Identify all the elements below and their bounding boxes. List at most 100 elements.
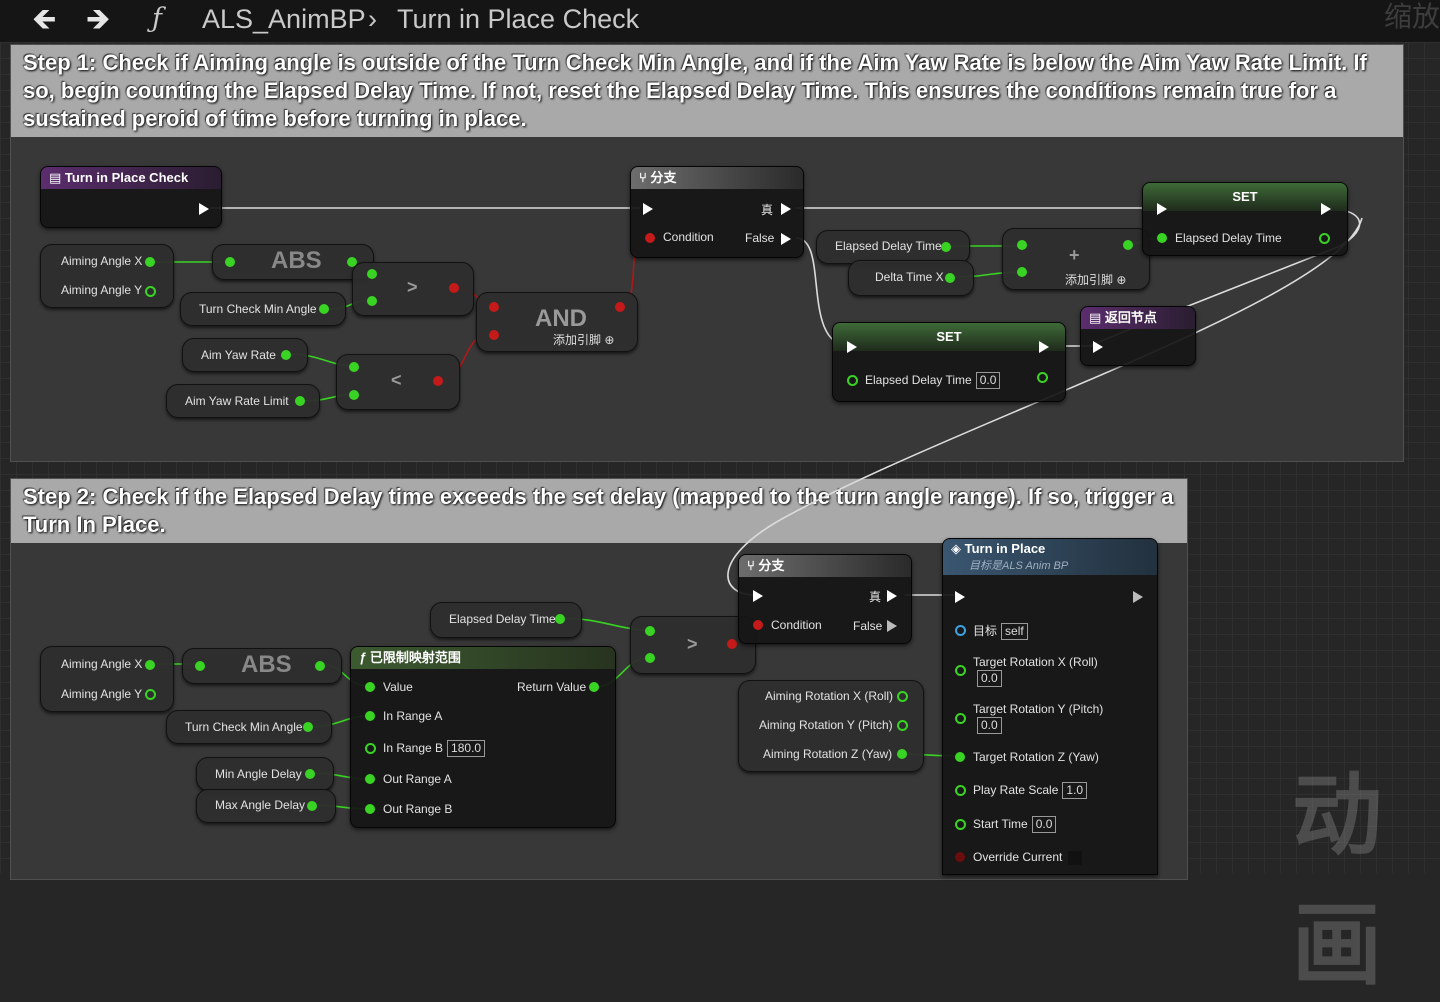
aiming-angle-y-pin[interactable] [145,286,156,297]
tip-override-pin[interactable] [955,852,965,862]
tip-override-checkbox[interactable] [1068,850,1083,865]
aiming-angle-y-pin-2[interactable] [145,689,156,700]
branch2-exec-in-pin[interactable] [753,590,763,602]
set2-exec-out-pin[interactable] [1039,341,1049,353]
branch1-condition-pin[interactable] [645,233,655,243]
gt-out-pin[interactable] [449,283,459,293]
and-in-a-pin[interactable] [489,302,499,312]
gt-in-b-pin[interactable] [367,296,377,306]
return-exec-in-pin[interactable] [1093,341,1103,353]
map-in-b-input[interactable]: 180.0 [447,740,486,757]
aim-yaw-rate-limit-pin[interactable] [295,396,305,406]
abs2-in-pin[interactable] [195,661,205,671]
min-angle-delay-pin[interactable] [305,769,315,779]
lt-out-pin[interactable] [433,376,443,386]
lt-in-a-pin[interactable] [349,362,359,372]
tip-exec-in-pin[interactable] [955,591,965,603]
tip-rate-input[interactable]: 1.0 [1062,782,1088,799]
abs2-out-pin[interactable] [315,661,325,671]
set2-exec-in-pin[interactable] [847,341,857,353]
entry-exec-out-pin[interactable] [199,203,209,215]
lt-in-b-pin[interactable] [349,390,359,400]
tip-target-input[interactable]: self [1001,623,1028,640]
gt2-out-pin[interactable] [727,639,737,649]
max-angle-delay-node[interactable]: Max Angle Delay [196,789,336,823]
entry-node[interactable]: ▤ Turn in Place Check [40,166,222,228]
map-out-a-pin[interactable] [365,774,375,784]
tip-rate-pin[interactable] [955,785,966,796]
tip-ry-input[interactable]: 0.0 [977,717,1002,734]
aiming-angle-x-pin[interactable] [145,257,155,267]
aim-yaw-rate-pin[interactable] [281,350,291,360]
tip-exec-out-pin[interactable] [1133,591,1143,603]
branch-node-2[interactable]: ⑂ 分支 真 Condition False [738,554,912,644]
set1-out-pin[interactable] [1319,233,1330,244]
turn-check-min-angle-pin-2[interactable] [303,722,313,732]
map-out-b-pin[interactable] [365,804,375,814]
gt-in-a-pin[interactable] [367,269,377,279]
and-out-pin[interactable] [615,302,625,312]
min-angle-delay-node[interactable]: Min Angle Delay [196,757,334,791]
gt2-in-b-pin[interactable] [645,653,655,663]
set1-exec-out-pin[interactable] [1321,203,1331,215]
tip-ry-pin[interactable] [955,713,966,724]
elapsed-delay-time-node-1[interactable]: Elapsed Delay Time [816,230,970,264]
branch1-false-pin[interactable] [781,233,791,245]
turn-check-min-angle-node-2[interactable]: Turn Check Min Angle [166,710,332,744]
add-in-a-pin[interactable] [1017,240,1027,250]
set2-value-input[interactable]: 0.0 [975,372,1001,389]
add-in-b-pin[interactable] [1017,267,1027,277]
branch1-true-pin[interactable] [781,203,791,215]
map-in-b-pin[interactable] [365,743,376,754]
abs-node-1[interactable]: ABS [212,244,374,280]
aiming-rotation-x-pin[interactable] [897,691,908,702]
branch2-condition-pin[interactable] [753,620,763,630]
abs-in-pin[interactable] [225,257,235,267]
map-range-clamped-node[interactable]: ƒ 已限制映射范围 Value Return Value In Range A … [350,646,616,828]
delta-time-x-node[interactable]: Delta Time X [848,260,974,296]
set1-value-pin[interactable] [1157,233,1167,243]
aiming-angle-x-pin-2[interactable] [145,660,155,670]
gt2-in-a-pin[interactable] [645,626,655,636]
map-return-value-pin[interactable] [589,682,599,692]
break-rotator-node-2[interactable]: Aiming Angle X Aiming Angle Y [40,646,174,712]
return-node[interactable]: ▤ 返回节点 [1080,306,1196,366]
tip-rx-pin[interactable] [955,665,966,676]
aiming-rotation-z-pin[interactable] [897,749,907,759]
branch1-exec-in-pin[interactable] [643,203,653,215]
set-node-1[interactable]: SET Elapsed Delay Time [1142,182,1348,256]
and-in-b-pin[interactable] [489,330,499,340]
elapsed-delay-time-node-2[interactable]: Elapsed Delay Time [430,602,582,638]
tip-rx-input[interactable]: 0.0 [977,670,1002,687]
set2-out-pin[interactable] [1037,372,1048,383]
less-than-node[interactable]: < [336,354,460,410]
branch2-false-pin[interactable] [887,620,897,632]
aiming-rotation-y-pin[interactable] [897,720,908,731]
tip-start-pin[interactable] [955,819,966,830]
add-node[interactable]: + 添加引脚 ⊕ [1002,228,1150,290]
tip-rz-pin[interactable] [955,752,965,762]
break-rotator-node-1[interactable]: Aiming Angle X Aiming Angle Y [40,244,174,308]
delta-time-x-pin[interactable] [945,273,955,283]
add-out-pin[interactable] [1123,240,1133,250]
aim-yaw-rate-limit-node[interactable]: Aim Yaw Rate Limit [166,384,320,418]
turn-check-min-angle-node-1[interactable]: Turn Check Min Angle [180,292,346,326]
map-value-pin[interactable] [365,682,375,692]
max-angle-delay-pin[interactable] [307,801,317,811]
elapsed-delay-time-pin-1[interactable] [941,242,951,252]
aim-yaw-rate-node[interactable]: Aim Yaw Rate [182,338,308,372]
branch-node-1[interactable]: ⑂ 分支 真 Condition False [630,166,804,258]
branch2-true-pin[interactable] [887,590,897,602]
greater-than-node-1[interactable]: > [352,262,474,316]
add-add-pin-button[interactable]: 添加引脚 ⊕ [1065,271,1126,288]
set-node-2[interactable]: SET Elapsed Delay Time 0.0 [832,322,1066,402]
tip-start-input[interactable]: 0.0 [1031,816,1057,833]
set1-exec-in-pin[interactable] [1157,203,1167,215]
and-add-pin-button[interactable]: 添加引脚 ⊕ [553,331,614,348]
elapsed-delay-time-pin-2[interactable] [555,614,565,624]
and-node[interactable]: AND 添加引脚 ⊕ [476,292,638,352]
turn-check-min-angle-pin[interactable] [319,304,329,314]
map-in-a-pin[interactable] [365,711,375,721]
turn-in-place-node[interactable]: ◈ Turn in Place 目标是ALS Anim BP 目标 self Ta… [942,538,1158,875]
break-rotator-aiming-rotation[interactable]: Aiming Rotation X (Roll) Aiming Rotation… [738,680,924,772]
